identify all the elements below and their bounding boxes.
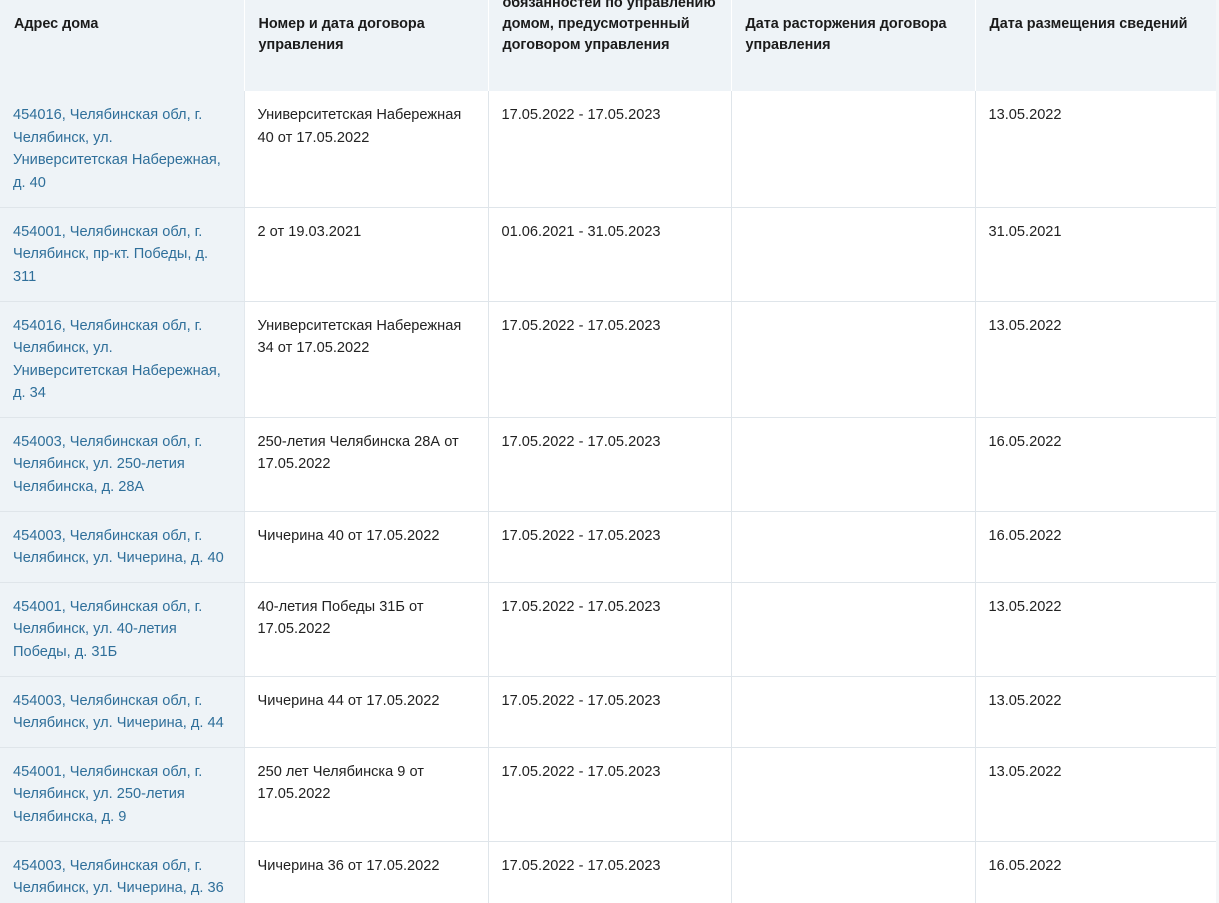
published-cell: 16.05.2022 <box>975 511 1219 583</box>
address-link[interactable]: 454003, Челябинская обл, г. Челябинск, у… <box>13 434 202 495</box>
address-cell: 454001, Челябинская обл, г. Челябинск, п… <box>0 207 245 302</box>
column-header-period: обязанностей по управлению домом, предус… <box>488 0 732 91</box>
termination-cell <box>731 582 976 677</box>
published-cell: 13.05.2022 <box>975 676 1219 748</box>
published-cell: 16.05.2022 <box>975 841 1219 903</box>
contract-cell: Чичерина 36 от 17.05.2022 <box>244 841 489 903</box>
period-cell: 17.05.2022 - 17.05.2023 <box>488 582 732 677</box>
column-header-address: Адрес дома <box>0 0 245 91</box>
column-header-contract: Номер и дата договора управления <box>244 0 489 91</box>
contract-cell: 250 лет Челябинска 9 от 17.05.2022 <box>244 747 489 842</box>
table-row: 454001, Челябинская обл, г. Челябинск, п… <box>0 207 1219 302</box>
address-link[interactable]: 454001, Челябинская обл, г. Челябинск, п… <box>13 224 208 285</box>
period-cell: 17.05.2022 - 17.05.2023 <box>488 747 732 842</box>
table-body: 454016, Челябинская обл, г. Челябинск, у… <box>0 91 1219 903</box>
address-cell: 454001, Челябинская обл, г. Челябинск, у… <box>0 747 245 842</box>
termination-cell <box>731 841 976 903</box>
column-header-termination: Дата расторжения договора управления <box>731 0 976 91</box>
table-row: 454003, Челябинская обл, г. Челябинск, у… <box>0 676 1219 748</box>
period-cell: 17.05.2022 - 17.05.2023 <box>488 841 732 903</box>
contract-cell: Университетская Набережная 34 от 17.05.2… <box>244 301 489 418</box>
table-row: 454003, Челябинская обл, г. Челябинск, у… <box>0 841 1219 903</box>
table-row: 454016, Челябинская обл, г. Челябинск, у… <box>0 301 1219 418</box>
table-row: 454003, Челябинская обл, г. Челябинск, у… <box>0 511 1219 583</box>
published-cell: 16.05.2022 <box>975 417 1219 512</box>
address-cell: 454003, Челябинская обл, г. Челябинск, у… <box>0 511 245 583</box>
termination-cell <box>731 91 976 208</box>
contract-cell: Чичерина 40 от 17.05.2022 <box>244 511 489 583</box>
contract-cell: Чичерина 44 от 17.05.2022 <box>244 676 489 748</box>
table-header: Адрес дома Номер и дата договора управле… <box>0 0 1219 91</box>
address-cell: 454003, Челябинская обл, г. Челябинск, у… <box>0 676 245 748</box>
termination-cell <box>731 301 976 418</box>
published-cell: 13.05.2022 <box>975 582 1219 677</box>
table-row: 454001, Челябинская обл, г. Челябинск, у… <box>0 582 1219 677</box>
published-cell: 13.05.2022 <box>975 301 1219 418</box>
table-row: 454003, Челябинская обл, г. Челябинск, у… <box>0 417 1219 512</box>
period-cell: 17.05.2022 - 17.05.2023 <box>488 511 732 583</box>
termination-cell <box>731 511 976 583</box>
address-link[interactable]: 454001, Челябинская обл, г. Челябинск, у… <box>13 764 202 825</box>
contract-cell: Университетская Набережная 40 от 17.05.2… <box>244 91 489 208</box>
address-cell: 454003, Челябинская обл, г. Челябинск, у… <box>0 841 245 903</box>
contracts-table: Адрес дома Номер и дата договора управле… <box>0 0 1219 903</box>
published-cell: 31.05.2021 <box>975 207 1219 302</box>
table-row: 454016, Челябинская обл, г. Челябинск, у… <box>0 91 1219 208</box>
table-row: 454001, Челябинская обл, г. Челябинск, у… <box>0 747 1219 842</box>
period-cell: 01.06.2021 - 31.05.2023 <box>488 207 732 302</box>
contract-cell: 250-летия Челябинска 28А от 17.05.2022 <box>244 417 489 512</box>
address-link[interactable]: 454016, Челябинская обл, г. Челябинск, у… <box>13 107 221 191</box>
column-header-published: Дата размещения сведений <box>975 0 1219 91</box>
published-cell: 13.05.2022 <box>975 747 1219 842</box>
contracts-table-container: Адрес дома Номер и дата договора управле… <box>0 0 1219 903</box>
address-link[interactable]: 454003, Челябинская обл, г. Челябинск, у… <box>13 693 224 732</box>
termination-cell <box>731 747 976 842</box>
termination-cell <box>731 207 976 302</box>
published-cell: 13.05.2022 <box>975 91 1219 208</box>
termination-cell <box>731 676 976 748</box>
period-cell: 17.05.2022 - 17.05.2023 <box>488 301 732 418</box>
address-link[interactable]: 454016, Челябинская обл, г. Челябинск, у… <box>13 318 221 402</box>
address-cell: 454016, Челябинская обл, г. Челябинск, у… <box>0 91 245 208</box>
address-cell: 454003, Челябинская обл, г. Челябинск, у… <box>0 417 245 512</box>
address-link[interactable]: 454003, Челябинская обл, г. Челябинск, у… <box>13 528 224 567</box>
termination-cell <box>731 417 976 512</box>
period-cell: 17.05.2022 - 17.05.2023 <box>488 417 732 512</box>
address-cell: 454001, Челябинская обл, г. Челябинск, у… <box>0 582 245 677</box>
contract-cell: 40-летия Победы 31Б от 17.05.2022 <box>244 582 489 677</box>
contract-cell: 2 от 19.03.2021 <box>244 207 489 302</box>
period-cell: 17.05.2022 - 17.05.2023 <box>488 676 732 748</box>
period-cell: 17.05.2022 - 17.05.2023 <box>488 91 732 208</box>
address-link[interactable]: 454003, Челябинская обл, г. Челябинск, у… <box>13 858 224 897</box>
address-link[interactable]: 454001, Челябинская обл, г. Челябинск, у… <box>13 599 202 660</box>
header-row: Адрес дома Номер и дата договора управле… <box>0 0 1219 91</box>
address-cell: 454016, Челябинская обл, г. Челябинск, у… <box>0 301 245 418</box>
